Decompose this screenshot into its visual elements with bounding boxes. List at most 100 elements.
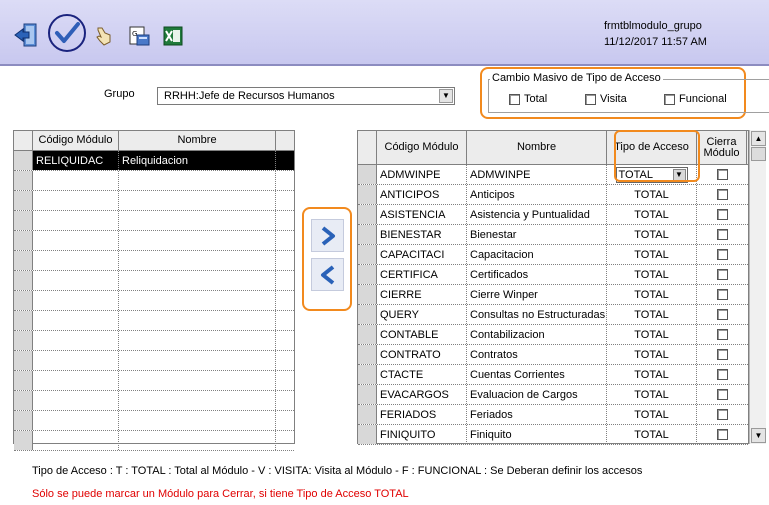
cierra-modulo-cell[interactable] [697, 205, 747, 224]
move-left-button[interactable] [311, 258, 344, 291]
table-row[interactable]: ANTICIPOS Anticipos TOTAL [358, 185, 748, 205]
nombre-cell[interactable] [119, 211, 276, 230]
codigo-cell[interactable]: QUERY [377, 305, 467, 324]
tipo-acceso-cell[interactable]: TOTAL ▼ [607, 165, 697, 184]
confirm-check-icon[interactable] [46, 12, 88, 54]
codigo-cell[interactable]: BIENESTAR [377, 225, 467, 244]
tipo-acceso-cell[interactable]: TOTAL [607, 425, 697, 444]
right-grid-scrollbar[interactable]: ▲ ▼ [749, 130, 766, 444]
codigo-cell[interactable]: ADMWINPE [377, 165, 467, 184]
table-row[interactable]: RELIQUIDAC Reliquidacion [14, 151, 294, 171]
scroll-thumb[interactable] [751, 147, 766, 161]
nombre-cell[interactable] [119, 331, 276, 350]
cierra-modulo-cell[interactable] [697, 285, 747, 304]
chevron-down-icon[interactable]: ▼ [672, 168, 686, 181]
row-selector[interactable] [14, 231, 33, 250]
codigo-cell[interactable]: CIERRE [377, 285, 467, 304]
codigo-cell[interactable] [33, 371, 119, 390]
table-row[interactable]: ASISTENCIA Asistencia y Puntualidad TOTAL [358, 205, 748, 225]
table-row[interactable]: CERTIFICA Certificados TOTAL [358, 265, 748, 285]
codigo-cell[interactable]: CTACTE [377, 365, 467, 384]
row-selector[interactable] [358, 165, 377, 184]
right-header-tipo[interactable]: Tipo de Acceso [607, 131, 697, 164]
cierra-modulo-checkbox[interactable] [716, 349, 728, 360]
nombre-cell[interactable] [119, 391, 276, 410]
nombre-cell[interactable]: Cuentas Corrientes [467, 365, 607, 384]
row-selector[interactable] [14, 351, 33, 370]
table-row[interactable] [14, 191, 294, 211]
codigo-cell[interactable] [33, 331, 119, 350]
nombre-cell[interactable]: Finiquito [467, 425, 607, 444]
row-selector[interactable] [358, 365, 377, 384]
codigo-cell[interactable]: CONTRATO [377, 345, 467, 364]
left-header-codigo[interactable]: Código Módulo [33, 131, 119, 150]
excel-icon[interactable] [161, 24, 185, 48]
codigo-cell[interactable] [33, 211, 119, 230]
table-row[interactable]: CIERRE Cierre Winper TOTAL [358, 285, 748, 305]
move-right-button[interactable] [311, 219, 344, 252]
cierra-modulo-checkbox[interactable] [716, 329, 728, 340]
table-row[interactable]: CAPACITACI Capacitacion TOTAL [358, 245, 748, 265]
nombre-cell[interactable] [119, 311, 276, 330]
codigo-cell[interactable] [33, 251, 119, 270]
row-selector[interactable] [14, 191, 33, 210]
table-row[interactable] [14, 391, 294, 411]
table-row[interactable] [14, 411, 294, 431]
row-selector[interactable] [14, 171, 33, 190]
codigo-cell[interactable]: CERTIFICA [377, 265, 467, 284]
row-selector[interactable] [358, 325, 377, 344]
cierra-modulo-cell[interactable] [697, 365, 747, 384]
tipo-acceso-cell[interactable]: TOTAL [607, 405, 697, 424]
hand-pointer-icon[interactable] [92, 24, 116, 48]
scroll-down-icon[interactable]: ▼ [751, 428, 766, 443]
nombre-cell[interactable] [119, 371, 276, 390]
codigo-cell[interactable] [33, 411, 119, 430]
row-selector[interactable] [358, 245, 377, 264]
row-selector[interactable] [14, 311, 33, 330]
tipo-acceso-cell[interactable]: TOTAL [607, 205, 697, 224]
nombre-cell[interactable]: Bienestar [467, 225, 607, 244]
row-selector[interactable] [14, 411, 33, 430]
cierra-modulo-checkbox[interactable] [716, 309, 728, 320]
chevron-down-icon[interactable]: ▼ [439, 89, 453, 103]
cierra-modulo-cell[interactable] [697, 165, 747, 184]
masivo-option-funcional[interactable]: Funcional [664, 93, 727, 105]
nombre-cell[interactable] [119, 271, 276, 290]
nombre-cell[interactable] [119, 431, 276, 450]
nombre-cell[interactable]: Reliquidacion [119, 151, 276, 170]
cierra-modulo-cell[interactable] [697, 425, 747, 444]
table-row[interactable] [14, 311, 294, 331]
table-row[interactable] [14, 291, 294, 311]
table-row[interactable]: CONTRATO Contratos TOTAL [358, 345, 748, 365]
row-selector[interactable] [14, 211, 33, 230]
cierra-modulo-checkbox[interactable] [716, 389, 728, 400]
tipo-acceso-cell[interactable]: TOTAL [607, 365, 697, 384]
row-selector[interactable] [14, 331, 33, 350]
codigo-cell[interactable] [33, 291, 119, 310]
row-selector[interactable] [358, 385, 377, 404]
row-selector[interactable] [358, 265, 377, 284]
cierra-modulo-checkbox[interactable] [716, 229, 728, 240]
codigo-cell[interactable] [33, 311, 119, 330]
nombre-cell[interactable] [119, 351, 276, 370]
codigo-cell[interactable]: ANTICIPOS [377, 185, 467, 204]
table-row[interactable] [14, 351, 294, 371]
table-row[interactable] [14, 271, 294, 291]
codigo-cell[interactable]: ASISTENCIA [377, 205, 467, 224]
codigo-cell[interactable]: CONTABLE [377, 325, 467, 344]
row-selector[interactable] [14, 151, 33, 170]
codigo-cell[interactable] [33, 191, 119, 210]
codigo-cell[interactable] [33, 231, 119, 250]
codigo-cell[interactable]: FINIQUITO [377, 425, 467, 444]
right-header-codigo[interactable]: Código Módulo [377, 131, 467, 164]
table-row[interactable] [14, 231, 294, 251]
codigo-cell[interactable] [33, 171, 119, 190]
nombre-cell[interactable] [119, 411, 276, 430]
table-row[interactable]: EVACARGOS Evaluacion de Cargos TOTAL [358, 385, 748, 405]
tipo-acceso-cell[interactable]: TOTAL [607, 305, 697, 324]
table-row[interactable]: FINIQUITO Finiquito TOTAL [358, 425, 748, 445]
codigo-cell[interactable]: RELIQUIDAC [33, 151, 119, 170]
nombre-cell[interactable]: Certificados [467, 265, 607, 284]
row-selector[interactable] [358, 305, 377, 324]
table-row[interactable] [14, 211, 294, 231]
